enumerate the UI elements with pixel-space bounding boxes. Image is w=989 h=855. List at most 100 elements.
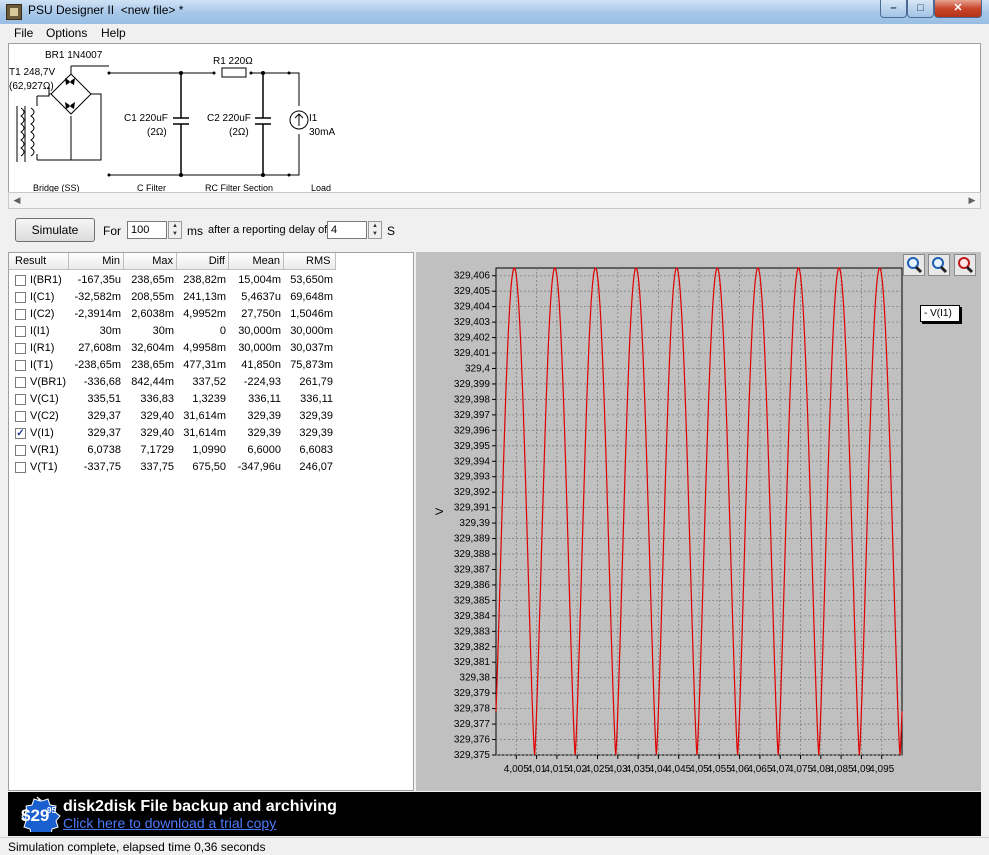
table-row[interactable]: I(T1) -238,65m 238,65m 477,31m 41,850n 75,873… <box>9 357 413 374</box>
table-row[interactable]: I(I1) 30m 30m 0 30,000m 30,000m <box>9 323 413 340</box>
result-name: V(C2) <box>30 410 59 422</box>
x-tick-label: 4,065 <box>747 764 772 775</box>
result-diff: 337,52 <box>192 376 226 388</box>
y-tick-label: 329,398 <box>454 394 491 405</box>
zoom-out-button[interactable] <box>954 254 976 276</box>
maximize-button[interactable]: □ <box>907 0 934 18</box>
c1-label: C1 220uF <box>124 113 168 124</box>
y-tick-label: 329,389 <box>454 534 491 545</box>
y-tick-label: 329,388 <box>454 549 491 560</box>
y-tick-label: 329,38 <box>459 673 490 684</box>
table-row[interactable]: I(C1) -32,582m 208,55m 241,13m 5,4637u 69,648… <box>9 289 413 306</box>
result-diff: 4,9958m <box>183 342 226 354</box>
ad-download-link[interactable]: Click here to download a trial copy <box>63 815 276 831</box>
result-checkbox[interactable] <box>15 292 26 303</box>
app-icon <box>6 4 22 20</box>
table-row[interactable]: I(R1) 27,608m 32,604m 4,9958m 30,000m 30,037m <box>9 340 413 357</box>
result-rms: 69,648m <box>290 291 333 303</box>
menu-help[interactable]: Help <box>101 26 126 40</box>
result-checkbox[interactable] <box>15 275 26 286</box>
close-button[interactable]: ✕ <box>934 0 982 18</box>
duration-input[interactable]: 100 <box>127 221 167 239</box>
y-tick-label: 329,402 <box>454 333 491 344</box>
schematic-scrollbar[interactable]: ◀ ▶ <box>8 192 981 209</box>
result-max: 336,83 <box>140 393 174 405</box>
zoom-reset-button[interactable] <box>928 254 950 276</box>
result-checkbox[interactable] <box>15 411 26 422</box>
minimize-button[interactable]: – <box>880 0 907 18</box>
x-tick-label: 4,015 <box>544 764 569 775</box>
duration-spinner[interactable]: ▲ ▼ <box>168 221 182 239</box>
spin-down-icon[interactable]: ▼ <box>369 230 381 238</box>
y-tick-label: 329,406 <box>454 271 491 282</box>
col-rms[interactable]: RMS <box>284 253 336 270</box>
menu-file[interactable]: File <box>14 26 33 40</box>
col-mean[interactable]: Mean <box>229 253 284 270</box>
col-max[interactable]: Max <box>124 253 177 270</box>
result-checkbox[interactable] <box>15 343 26 354</box>
result-min: 329,37 <box>87 427 121 439</box>
result-diff: 241,13m <box>183 291 226 303</box>
table-row[interactable]: I(BR1) -167,35u 238,65m 238,82m 15,004m 53,65… <box>9 272 413 289</box>
zoom-in-button[interactable] <box>903 254 925 276</box>
result-checkbox[interactable] <box>15 377 26 388</box>
result-checkbox[interactable] <box>15 326 26 337</box>
schematic-view[interactable]: BR1 1N4007 T1 248,7V (62,927Ω) R1 220Ω C… <box>8 43 981 193</box>
window-title: PSU Designer II <new file> * <box>28 3 184 17</box>
y-tick-label: 329,375 <box>454 750 491 761</box>
section-c-filter: C Filter <box>137 183 166 192</box>
result-name: V(BR1) <box>30 376 67 388</box>
bridge-rectifier-symbol <box>49 65 109 161</box>
spin-up-icon[interactable]: ▲ <box>169 222 181 230</box>
col-result[interactable]: Result <box>9 253 69 270</box>
result-min: 27,608m <box>78 342 121 354</box>
chart-legend: - V(I1) <box>920 305 960 322</box>
scroll-left-icon[interactable]: ◀ <box>9 193 25 208</box>
col-min[interactable]: Min <box>69 253 124 270</box>
result-diff: 477,31m <box>183 359 226 371</box>
y-tick-label: 329,396 <box>454 425 491 436</box>
col-diff[interactable]: Diff <box>177 253 229 270</box>
transformer-impedance: (62,927Ω) <box>9 81 54 92</box>
result-max: 2,6038m <box>131 308 174 320</box>
result-checkbox[interactable]: ✓ <box>15 428 26 439</box>
result-name: V(R1) <box>30 444 59 456</box>
result-checkbox[interactable] <box>15 394 26 405</box>
x-tick-label: 4,055 <box>707 764 732 775</box>
table-row[interactable]: I(C2) -2,3914m 2,6038m 4,9952m 27,750n 1,5046… <box>9 306 413 323</box>
price-cents: 95 <box>47 806 56 815</box>
result-rms: 30,037m <box>290 342 333 354</box>
result-mean: 30,000m <box>238 342 281 354</box>
result-checkbox[interactable] <box>15 462 26 473</box>
table-row[interactable]: V(T1) -337,75 337,75 675,50 -347,96u 246,07 <box>9 459 413 476</box>
y-tick-label: 329,386 <box>454 580 491 591</box>
y-tick-label: 329,404 <box>454 302 491 313</box>
result-max: 238,65m <box>131 274 174 286</box>
result-diff: 31,614m <box>183 410 226 422</box>
spin-up-icon[interactable]: ▲ <box>369 222 381 230</box>
result-name: I(R1) <box>30 342 55 354</box>
delay-input[interactable]: 4 <box>327 221 367 239</box>
result-min: -32,582m <box>74 291 121 303</box>
y-tick-label: 329,387 <box>454 564 491 575</box>
table-row[interactable]: ✓ V(I1) 329,37 329,40 31,614m 329,39 329,39 <box>9 425 413 442</box>
result-checkbox[interactable] <box>15 360 26 371</box>
table-row[interactable]: V(C1) 335,51 336,83 1,3239 336,11 336,11 <box>9 391 413 408</box>
simulate-button[interactable]: Simulate <box>15 218 95 242</box>
table-row[interactable]: V(R1) 6,0738 7,1729 1,0990 6,6000 6,6083 <box>9 442 413 459</box>
table-row[interactable]: V(C2) 329,37 329,40 31,614m 329,39 329,39 <box>9 408 413 425</box>
section-rc-filter: RC Filter Section <box>205 183 273 192</box>
voltage-chart[interactable]: 329,406 329,405 329,404 329,403 329,402 329,4… <box>416 252 981 791</box>
delay-spinner[interactable]: ▲ ▼ <box>368 221 382 239</box>
result-min: 335,51 <box>87 393 121 405</box>
scroll-right-icon[interactable]: ▶ <box>964 193 980 208</box>
ad-banner[interactable]: $29 95 disk2disk File backup and archivi… <box>8 792 981 836</box>
result-mean: 15,004m <box>238 274 281 286</box>
result-checkbox[interactable] <box>15 309 26 320</box>
menu-options[interactable]: Options <box>46 26 87 40</box>
ms-label: ms <box>187 224 203 238</box>
table-row[interactable]: V(BR1) -336,68 842,44m 337,52 -224,93 261,79 <box>9 374 413 391</box>
result-mean: 6,6000 <box>247 444 281 456</box>
result-checkbox[interactable] <box>15 445 26 456</box>
spin-down-icon[interactable]: ▼ <box>169 230 181 238</box>
